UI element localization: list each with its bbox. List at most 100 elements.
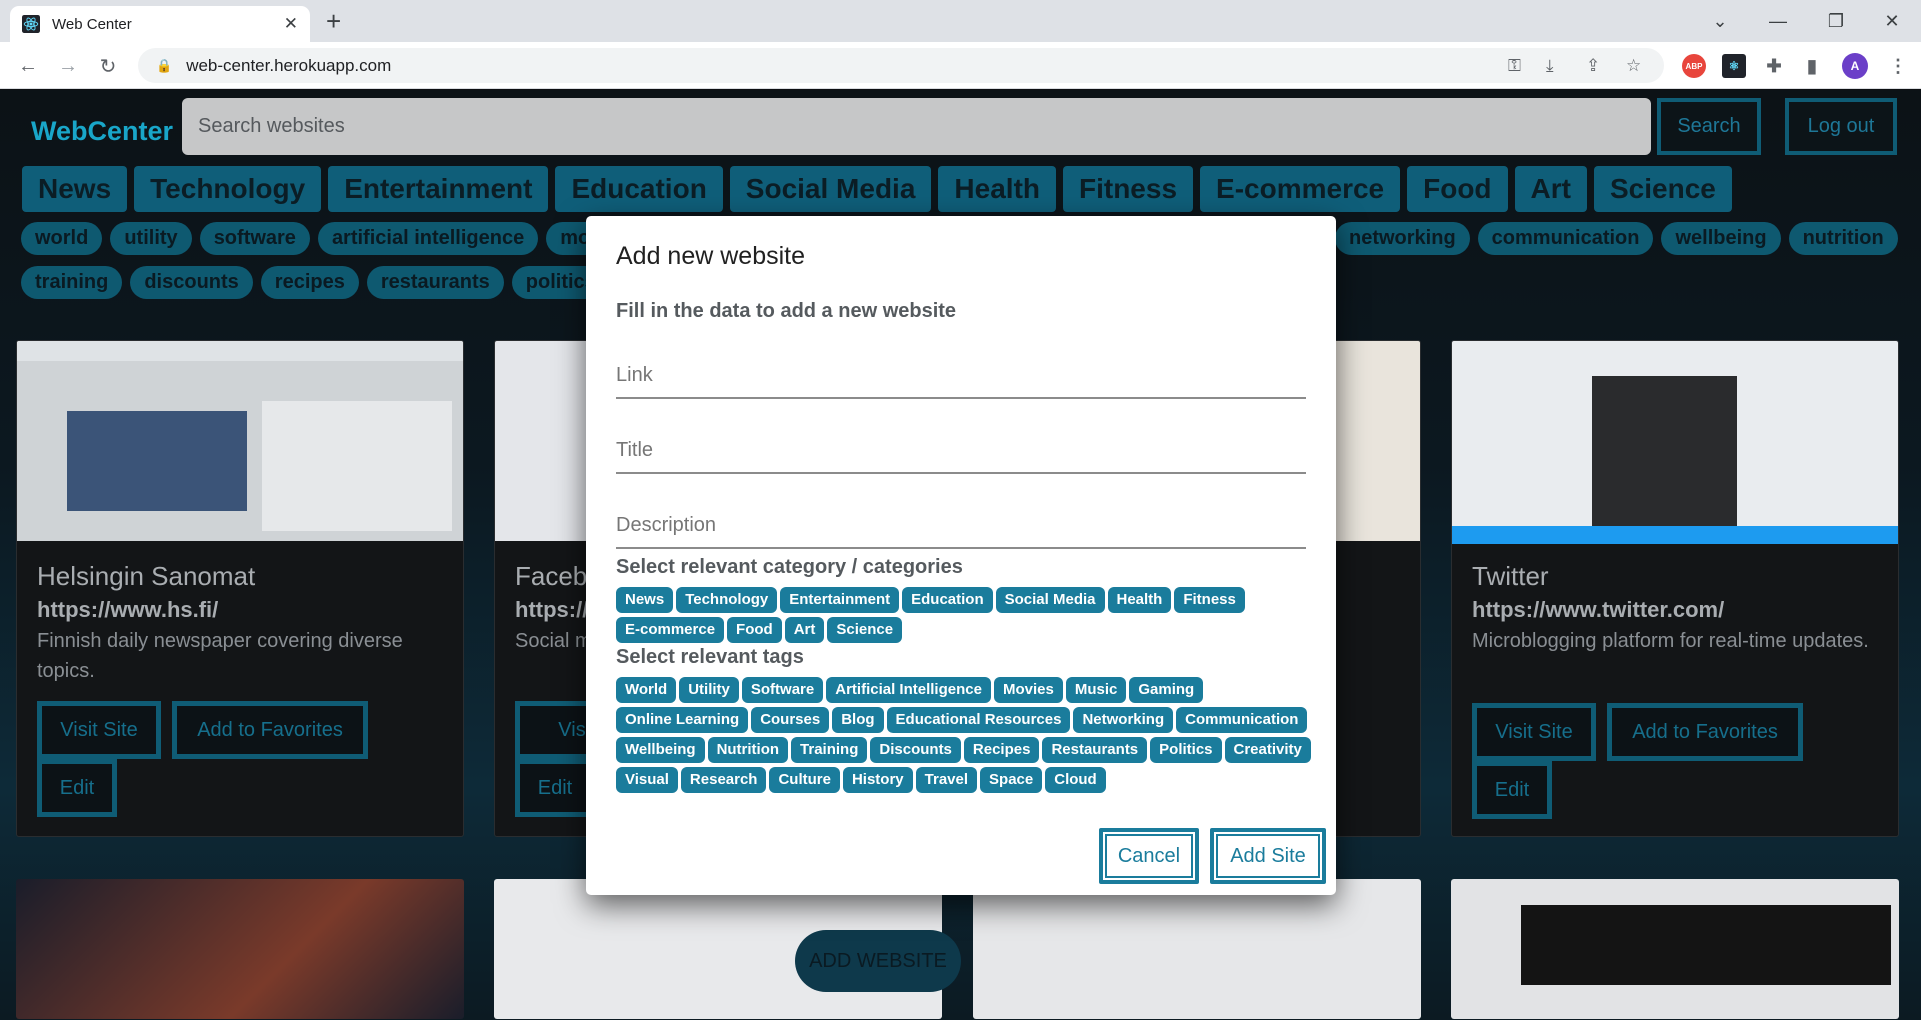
tag-discounts[interactable]: discounts — [130, 266, 253, 299]
tag-networking[interactable]: networking — [1335, 222, 1470, 255]
tag-training[interactable]: training — [21, 266, 123, 299]
category-chip-news[interactable]: News — [616, 587, 674, 613]
tag-recipes[interactable]: recipes — [260, 266, 359, 299]
tag-nutrition[interactable]: nutrition — [1788, 222, 1898, 255]
search-button[interactable]: Search — [1657, 98, 1761, 155]
app-logo[interactable]: WebCenter — [31, 116, 173, 147]
link-input[interactable] — [616, 364, 1306, 397]
category-news[interactable]: News — [22, 166, 128, 212]
tag-chip-research[interactable]: Research — [680, 767, 767, 793]
category-chip-fitness[interactable]: Fitness — [1174, 587, 1245, 613]
add-to-favorites-button[interactable]: Add to Favorites — [1607, 703, 1803, 761]
card-url[interactable]: https://www.hs.fi/ — [37, 597, 218, 623]
tag-chip-space[interactable]: Space — [980, 767, 1043, 793]
tag-chip-creativity[interactable]: Creativity — [1224, 737, 1311, 763]
tag-chip-gaming[interactable]: Gaming — [1129, 677, 1204, 703]
tag-chip-courses[interactable]: Courses — [751, 707, 830, 733]
tag-chip-nutrition[interactable]: Nutrition — [707, 737, 789, 763]
address-bar[interactable]: 🔒 web-center.herokuapp.com ⚿ ⤓ ⇪ ☆ — [138, 48, 1664, 83]
tag-chip-online-learning[interactable]: Online Learning — [616, 707, 749, 733]
tag-chip-politics[interactable]: Politics — [1150, 737, 1222, 763]
category-e-commerce[interactable]: E-commerce — [1200, 166, 1401, 212]
category-chip-education[interactable]: Education — [902, 587, 993, 613]
tag-chip-blog[interactable]: Blog — [832, 707, 884, 733]
tag-software[interactable]: software — [199, 222, 310, 255]
category-chip-technology[interactable]: Technology — [676, 587, 778, 613]
cancel-button[interactable]: Cancel — [1099, 828, 1199, 884]
tag-chip-music[interactable]: Music — [1065, 677, 1127, 703]
install-icon[interactable]: ⤓ — [1546, 48, 1554, 83]
tag-chip-travel[interactable]: Travel — [915, 767, 978, 793]
share-icon[interactable]: ⇪ — [1586, 48, 1600, 83]
edit-button[interactable]: Edit — [37, 759, 117, 817]
visit-site-button[interactable]: Visit Site — [1472, 703, 1596, 761]
tag-chip-artificial-intelligence[interactable]: Artificial Intelligence — [826, 677, 991, 703]
category-health[interactable]: Health — [938, 166, 1056, 212]
category-chip-art[interactable]: Art — [784, 617, 825, 643]
edit-button[interactable]: Edit — [1472, 761, 1552, 819]
category-chip-food[interactable]: Food — [727, 617, 782, 643]
category-science[interactable]: Science — [1594, 166, 1732, 212]
tag-restaurants[interactable]: restaurants — [366, 266, 504, 299]
category-chip-entertainment[interactable]: Entertainment — [780, 587, 900, 613]
category-chip-e-commerce[interactable]: E-commerce — [616, 617, 725, 643]
tag-wellbeing[interactable]: wellbeing — [1661, 222, 1781, 255]
edit-button[interactable]: Edit — [515, 759, 595, 817]
browser-tab[interactable]: Web Center ✕ — [10, 6, 310, 42]
tag-artificial-intelligence[interactable]: artificial intelligence — [317, 222, 539, 255]
bookmark-star-icon[interactable]: ☆ — [1626, 48, 1641, 83]
tag-chip-discounts[interactable]: Discounts — [870, 737, 961, 763]
adblock-icon[interactable]: ABP — [1682, 54, 1706, 78]
tag-chip-visual[interactable]: Visual — [616, 767, 678, 793]
tag-communication[interactable]: communication — [1477, 222, 1654, 255]
category-technology[interactable]: Technology — [134, 166, 322, 212]
tab-search-chevron-icon[interactable]: ⌄ — [1691, 0, 1749, 42]
tag-chip-world[interactable]: World — [616, 677, 677, 703]
logout-button[interactable]: Log out — [1785, 98, 1897, 155]
tag-chip-culture[interactable]: Culture — [769, 767, 840, 793]
tag-chip-movies[interactable]: Movies — [993, 677, 1063, 703]
tag-chip-communication[interactable]: Communication — [1176, 707, 1308, 733]
category-social-media[interactable]: Social Media — [729, 166, 932, 212]
new-tab-icon[interactable]: + — [326, 8, 341, 34]
add-to-favorites-button[interactable]: Add to Favorites — [172, 701, 368, 759]
title-input[interactable] — [616, 439, 1306, 472]
tag-chip-history[interactable]: History — [842, 767, 913, 793]
search-input[interactable]: Search websites — [182, 98, 1651, 155]
profile-avatar[interactable]: A — [1842, 53, 1868, 79]
close-tab-icon[interactable]: ✕ — [284, 14, 298, 34]
tag-utility[interactable]: utility — [110, 222, 192, 255]
tag-world[interactable]: world — [21, 222, 103, 255]
category-entertainment[interactable]: Entertainment — [328, 166, 549, 212]
category-chip-social-media[interactable]: Social Media — [995, 587, 1105, 613]
tag-chip-educational-resources[interactable]: Educational Resources — [886, 707, 1071, 733]
category-fitness[interactable]: Fitness — [1063, 166, 1194, 212]
react-devtools-icon[interactable]: ⚛ — [1722, 54, 1746, 78]
description-input[interactable] — [616, 514, 1306, 547]
category-art[interactable]: Art — [1514, 166, 1587, 212]
forward-icon[interactable]: → — [52, 50, 84, 82]
menu-kebab-icon[interactable]: ⋮ — [1886, 54, 1910, 78]
category-education[interactable]: Education — [555, 166, 723, 212]
category-food[interactable]: Food — [1407, 166, 1508, 212]
key-icon[interactable]: ⚿ — [1508, 48, 1521, 83]
minimize-icon[interactable]: — — [1749, 0, 1807, 42]
reload-icon[interactable]: ↻ — [92, 50, 124, 82]
category-chip-science[interactable]: Science — [827, 617, 903, 643]
tag-chip-networking[interactable]: Networking — [1073, 707, 1174, 733]
restore-icon[interactable]: ❐ — [1807, 0, 1865, 42]
add-site-button[interactable]: Add Site — [1210, 828, 1326, 884]
card-url[interactable]: https://www.twitter.com/ — [1472, 597, 1724, 623]
tag-chip-wellbeing[interactable]: Wellbeing — [616, 737, 705, 763]
tag-chip-restaurants[interactable]: Restaurants — [1042, 737, 1148, 763]
tag-chip-training[interactable]: Training — [791, 737, 868, 763]
back-icon[interactable]: ← — [12, 50, 44, 82]
category-chip-health[interactable]: Health — [1107, 587, 1172, 613]
tag-chip-recipes[interactable]: Recipes — [963, 737, 1040, 763]
close-window-icon[interactable]: ✕ — [1863, 0, 1921, 42]
extensions-puzzle-icon[interactable]: ✚ — [1762, 54, 1786, 78]
tag-chip-cloud[interactable]: Cloud — [1045, 767, 1106, 793]
tag-chip-software[interactable]: Software — [741, 677, 824, 703]
visit-site-button[interactable]: Visit Site — [37, 701, 161, 759]
tag-chip-utility[interactable]: Utility — [679, 677, 739, 703]
